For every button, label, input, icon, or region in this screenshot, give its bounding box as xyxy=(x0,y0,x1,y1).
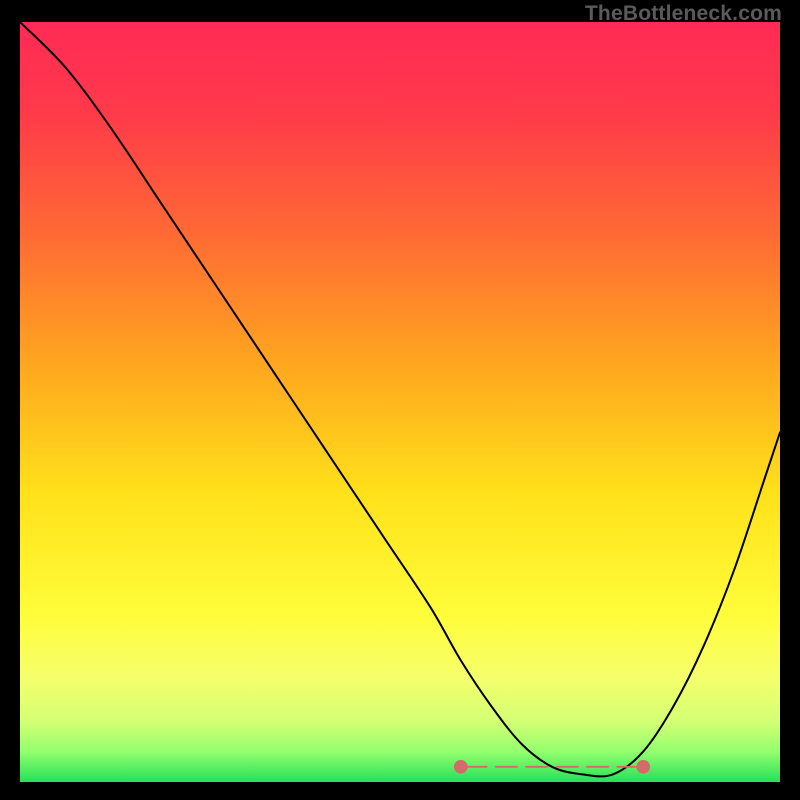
optimal-marker-dot xyxy=(636,760,650,774)
gradient-background xyxy=(20,22,780,782)
bottleneck-chart xyxy=(20,22,780,782)
